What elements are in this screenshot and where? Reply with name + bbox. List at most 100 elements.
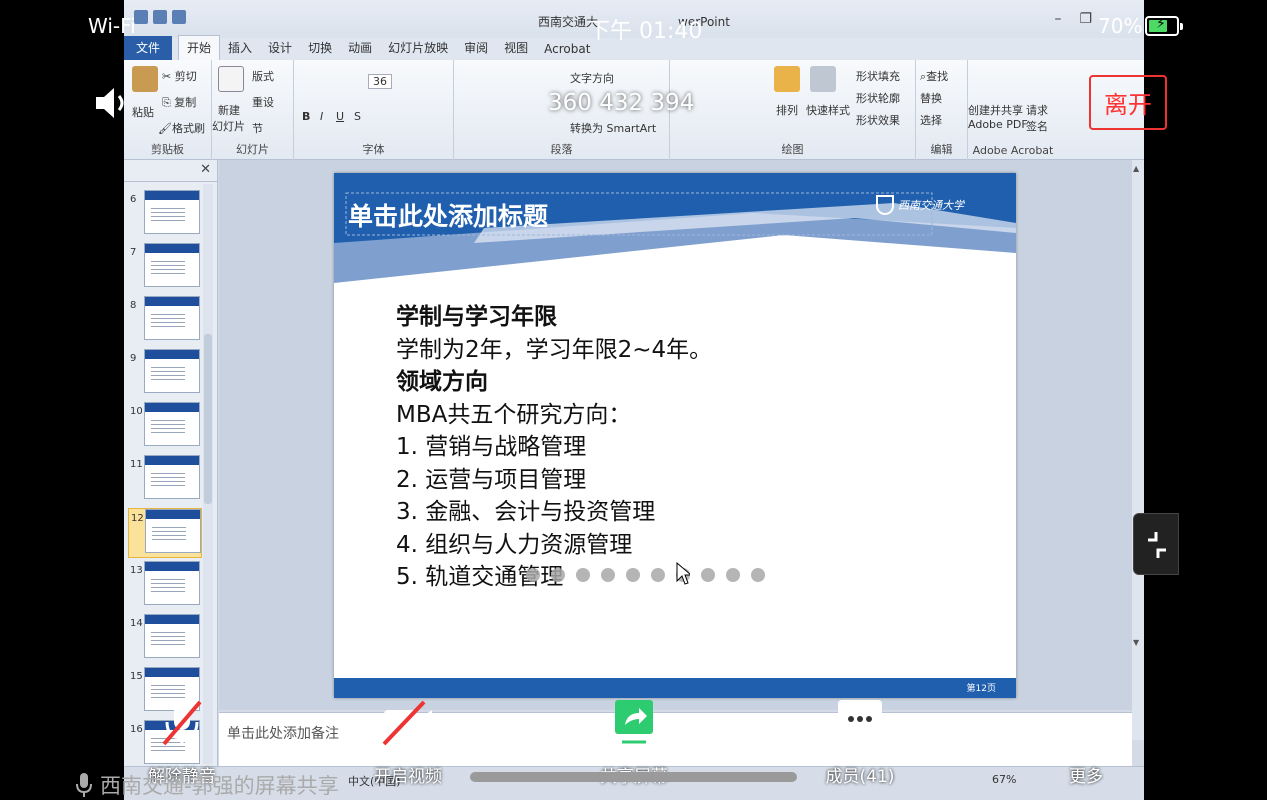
slide-thumbnail-image: [144, 455, 200, 499]
slide-body-text[interactable]: 学制与学习年限 学制为2年，学习年限2~4年。 领域方向 MBA共五个研究方向： 1. …: [396, 301, 712, 594]
slide-thumbnail[interactable]: 6: [128, 190, 202, 240]
clipboard-group: 粘贴 ✂ 剪切 ⎘ 复制 🖌格式刷 剪贴板: [124, 60, 212, 160]
new-slide-icon[interactable]: [218, 66, 244, 92]
slide-thumbnail[interactable]: 12: [128, 508, 202, 558]
page-dot: [651, 568, 665, 582]
thumbnail-scrollbar[interactable]: [203, 184, 213, 764]
members-label: 成员(41): [825, 767, 895, 787]
shared-powerpoint-window: 西南交通大 werPoint – ❐ 文件 开始 插入 设计 切换 动画 幻灯片放映 审阅 视图 A…: [124, 0, 1144, 800]
underline-button[interactable]: U: [336, 110, 344, 123]
speaker-icon[interactable]: [94, 86, 128, 120]
slide-thumbnail-number: 6: [130, 194, 137, 205]
slide-text-line: 2. 运营与项目管理: [396, 466, 587, 493]
close-icon[interactable]: ✕: [200, 162, 211, 177]
screen-share-owner: 西南交通-郭强的屏幕共享: [100, 774, 339, 798]
editing-group-label: 编辑: [930, 143, 953, 156]
page-dot: [526, 568, 540, 582]
format-painter-label: 格式刷: [171, 122, 205, 135]
layout-button[interactable]: 版式: [252, 68, 274, 84]
page-indicator-dots: [526, 568, 765, 582]
arrange-button[interactable]: 排列: [776, 102, 798, 118]
section-button[interactable]: 节: [252, 120, 263, 136]
paste-icon[interactable]: [132, 66, 158, 92]
slide-thumbnail[interactable]: 7: [128, 243, 202, 293]
copy-button[interactable]: ⎘ 复制: [162, 94, 196, 110]
slide-title-placeholder[interactable]: 单击此处添加标题: [348, 197, 548, 233]
slide-thumbnail-number: 14: [130, 618, 143, 629]
slide-text-line: MBA共五个研究方向：: [396, 401, 632, 428]
battery-icon: ⚡: [1145, 16, 1183, 36]
acrobat-group-label: Adobe Acrobat: [972, 144, 1054, 157]
create-share-pdf-line2: Adobe PDF: [968, 118, 1028, 131]
battery-percent: 70%: [1098, 14, 1143, 38]
slide-text-line: 1. 营销与战略管理: [396, 434, 587, 460]
university-logo: 西南交通大学: [876, 195, 964, 215]
current-slide[interactable]: 单击此处添加标题 西南交通大学 学制与学习年限 学制为2年，学习年限2~4年。 领域…: [334, 173, 1016, 698]
slide-thumbnail-image: [144, 190, 200, 234]
members-button[interactable]: 成员(41): [805, 698, 915, 788]
new-slide-button-line2: 幻灯片: [212, 120, 245, 133]
shape-effects-button[interactable]: 形状效果: [856, 112, 900, 128]
slide-thumbnail[interactable]: 14: [128, 614, 202, 664]
clipboard-group-label: 剪贴板: [151, 143, 184, 156]
quick-styles-button[interactable]: 快速样式: [806, 102, 850, 118]
mic-muted-icon: [162, 700, 202, 746]
slide-thumbnail[interactable]: 10: [128, 402, 202, 452]
select-button[interactable]: 选择: [920, 112, 942, 128]
page-dot: [726, 568, 740, 582]
more-button[interactable]: 更多: [1031, 698, 1141, 788]
more-icon: [1066, 718, 1106, 726]
request-signature-line2: 签名: [1026, 120, 1048, 133]
zoom-level[interactable]: 67%: [992, 773, 1016, 786]
home-indicator[interactable]: [470, 772, 797, 782]
reset-button[interactable]: 重设: [252, 94, 274, 110]
create-share-pdf-button[interactable]: 创建并共享: [968, 102, 1023, 118]
new-slide-button[interactable]: 新建: [218, 102, 240, 118]
font-group: 36 B I U S 字体: [294, 60, 454, 160]
collapse-icon: [1148, 532, 1166, 558]
acrobat-group: 创建并共享 Adobe PDF 请求 签名 Adobe Acrobat: [968, 60, 1058, 160]
bold-button[interactable]: B: [302, 110, 310, 123]
cut-label: 剪切: [174, 70, 197, 83]
collapse-view-button[interactable]: [1133, 513, 1179, 575]
more-label: 更多: [1069, 767, 1103, 787]
slide-thumbnail[interactable]: 11: [128, 455, 202, 505]
share-screen-icon: [615, 700, 653, 744]
slide-page-number: 第12页: [966, 684, 996, 694]
shape-outline-button[interactable]: 形状轮廓: [856, 90, 900, 106]
format-painter-button[interactable]: 🖌格式刷: [158, 120, 205, 136]
convert-smartart-button[interactable]: 转换为 SmartArt: [570, 120, 656, 136]
scroll-up-icon[interactable]: ▲: [1133, 164, 1139, 173]
request-signature-button[interactable]: 请求: [1026, 102, 1048, 118]
find-button[interactable]: ⌕查找: [920, 68, 948, 84]
scroll-down-icon[interactable]: ▼: [1133, 638, 1139, 647]
drawing-group: 排列 快速样式 形状填充 形状轮廓 形状效果 绘图: [670, 60, 916, 160]
text-direction-button[interactable]: 文字方向: [570, 70, 614, 86]
meeting-id: 360 432 394: [548, 90, 695, 116]
paste-button[interactable]: 粘贴: [132, 104, 154, 120]
network-indicator: Wi-Fi: [88, 14, 136, 38]
replace-button[interactable]: 替换: [920, 90, 942, 106]
start-video-button[interactable]: 开启视频: [353, 698, 463, 788]
leave-meeting-button[interactable]: 离开: [1089, 75, 1167, 130]
slide-thumbnail-number: 8: [130, 300, 137, 311]
find-label: 查找: [926, 70, 949, 83]
charging-bolt-icon: ⚡: [1156, 16, 1166, 32]
cut-button[interactable]: ✂ 剪切: [162, 68, 197, 84]
slide-thumbnail[interactable]: 8: [128, 296, 202, 346]
mouse-cursor-icon: [676, 562, 690, 585]
slide-thumbnail-number: 10: [130, 406, 143, 417]
slide-thumbnail[interactable]: 13: [128, 561, 202, 611]
strikethrough-button[interactable]: S: [354, 110, 361, 123]
slide-thumbnail[interactable]: 9: [128, 349, 202, 399]
shape-fill-button[interactable]: 形状填充: [856, 68, 900, 84]
arrange-icon[interactable]: [774, 66, 800, 92]
page-dot: [701, 568, 715, 582]
editor-scrollbar[interactable]: ▲ ▼: [1132, 160, 1144, 740]
font-size-field[interactable]: 36: [368, 74, 392, 89]
quick-styles-icon[interactable]: [810, 66, 836, 92]
phone-status-bar: Wi-Fi 下午 01:40 70% ⚡: [0, 0, 1267, 50]
members-icon: [838, 700, 882, 748]
italic-button[interactable]: I: [320, 110, 323, 123]
slide-thumbnail-image: [144, 402, 200, 446]
